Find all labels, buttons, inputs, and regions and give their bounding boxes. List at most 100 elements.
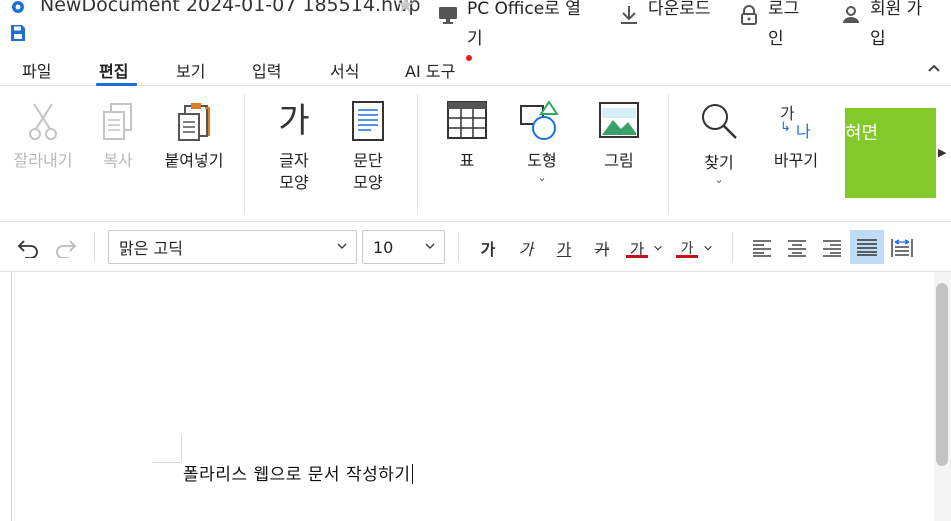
- menu-bar: 파일 편집 보기 입력 서식 AI 도구: [0, 52, 951, 86]
- align-justify-button[interactable]: [850, 230, 884, 264]
- font-family-select[interactable]: 맑은 고딕: [108, 230, 357, 264]
- char-shape-label-1: 글자: [279, 151, 309, 170]
- ribbon-separator: [668, 94, 669, 214]
- font-color-button[interactable]: 가: [626, 234, 668, 262]
- align-justify-icon: [857, 239, 877, 256]
- replace-button[interactable]: 가 ↳ 나 바꾸기: [766, 100, 826, 172]
- chevron-up-icon[interactable]: [924, 58, 944, 78]
- align-right-button[interactable]: [818, 234, 846, 262]
- app-logo-icon: [12, 1, 24, 13]
- document-text-content: 폴라리스 웹으로 문서 작성하기: [183, 465, 411, 485]
- table-label: 표: [459, 151, 475, 170]
- monitor-icon: [439, 7, 457, 24]
- signup-button[interactable]: 회원 가입: [840, 0, 936, 54]
- replace-icon: 가 ↳ 나: [772, 100, 820, 142]
- text-cursor: [411, 464, 414, 484]
- font-family-value: 맑은 고딕: [119, 239, 183, 258]
- align-distribute-button[interactable]: [888, 234, 916, 262]
- underline-button[interactable]: 가: [552, 234, 576, 262]
- copy-button[interactable]: 복사: [96, 102, 140, 172]
- tab-file[interactable]: 파일: [22, 58, 51, 82]
- tab-insert[interactable]: 입력: [252, 58, 281, 82]
- chevron-down-icon: [654, 245, 662, 251]
- para-shape-label-2: 모양: [353, 173, 383, 192]
- chevron-down-icon: [425, 243, 435, 250]
- shape-dropdown-icon: ⌄: [537, 171, 547, 184]
- find-dropdown-icon: ⌄: [714, 173, 724, 186]
- login-button[interactable]: 로그인: [738, 0, 808, 54]
- strikethrough-button[interactable]: 가: [590, 234, 614, 262]
- tab-format[interactable]: 서식: [330, 58, 359, 82]
- redo-button[interactable]: [52, 234, 80, 262]
- scrollbar-thumb[interactable]: [936, 283, 948, 466]
- copy-icon: [103, 103, 132, 140]
- page-edge: [11, 272, 12, 521]
- tab-view[interactable]: 보기: [176, 58, 205, 82]
- tab-edit[interactable]: 편집: [99, 58, 128, 82]
- picture-button[interactable]: 그림: [596, 100, 642, 172]
- open-in-pc-office-button[interactable]: PC Office로 열기: [437, 0, 589, 54]
- user-icon: [843, 6, 859, 23]
- document-canvas[interactable]: [0, 272, 951, 521]
- bold-button[interactable]: 가: [476, 234, 500, 262]
- align-center-icon: [788, 240, 806, 257]
- clipboard-icon: [178, 103, 210, 141]
- strikethrough-icon: 가: [594, 240, 610, 259]
- download-label: 다운로드: [648, 0, 711, 19]
- shapes-icon: [520, 100, 559, 140]
- align-left-icon: [753, 240, 771, 257]
- save-icon[interactable]: [10, 24, 26, 42]
- para-shape-button[interactable]: 문단 모양: [344, 100, 392, 194]
- para-shape-label-1: 문단: [353, 151, 383, 170]
- magnifier-icon: [702, 104, 737, 139]
- open-in-pc-office-label: PC Office로 열기: [467, 0, 581, 49]
- ribbon-separator: [244, 94, 245, 214]
- lock-icon: [741, 5, 757, 25]
- highlight-color-button[interactable]: 가: [676, 234, 718, 262]
- tab-ai-tools[interactable]: AI 도구: [405, 58, 455, 82]
- font-size-select[interactable]: 10: [362, 230, 445, 264]
- italic-button[interactable]: 가: [514, 234, 538, 262]
- star-icon[interactable]: ★: [396, 0, 415, 17]
- document-text[interactable]: 폴라리스 웹으로 문서 작성하기: [183, 460, 414, 485]
- toolbar-separator: [732, 232, 733, 262]
- underline-icon: 가: [556, 240, 572, 259]
- edit-ribbon: 잘라내기 복사 붙여넣기 가 글자 모양 문단 모양 표 도형 ⌄ 그림 찾기 …: [0, 86, 951, 222]
- download-button[interactable]: 다운로드: [618, 0, 714, 26]
- replace-glyph-target: 나: [796, 122, 811, 141]
- cut-label: 잘라내기: [13, 151, 73, 170]
- redo-icon: [56, 240, 77, 258]
- signup-label: 회원 가입: [870, 0, 923, 49]
- align-right-icon: [823, 240, 841, 257]
- char-shape-button[interactable]: 가 글자 모양: [270, 100, 318, 194]
- document-title: NewDocument 2024-01-07 185514.hwp: [40, 0, 421, 16]
- align-distribute-icon: [891, 239, 913, 257]
- shape-button[interactable]: 도형 ⌄: [518, 100, 566, 184]
- highlight-color-swatch: [676, 255, 698, 258]
- table-button[interactable]: 표: [444, 100, 490, 172]
- undo-icon: [17, 240, 38, 258]
- table-icon: [447, 101, 487, 139]
- align-left-button[interactable]: [748, 234, 776, 262]
- format-toolbar: 맑은 고딕 10 가 가 가 가 가 가: [0, 222, 951, 272]
- paste-label: 붙여넣기: [164, 151, 224, 170]
- find-button[interactable]: 찾기 ⌄: [696, 100, 742, 186]
- paste-button[interactable]: 붙여넣기: [156, 102, 232, 172]
- image-icon: [599, 102, 639, 138]
- shape-label: 도형: [527, 151, 557, 170]
- undo-button[interactable]: [14, 234, 42, 262]
- margin-marker: [181, 435, 182, 462]
- paragraph-icon: [352, 101, 384, 141]
- ribbon-scroll-right-icon[interactable]: ▶: [938, 146, 946, 159]
- char-shape-icon: 가: [278, 101, 310, 141]
- chevron-down-icon: [704, 245, 712, 251]
- align-center-button[interactable]: [783, 234, 811, 262]
- cut-button[interactable]: 잘라내기: [6, 102, 80, 172]
- replace-arrow-icon: ↳: [780, 120, 791, 135]
- promo-banner[interactable]: 혀면: [845, 108, 936, 198]
- scissors-icon: [29, 103, 57, 140]
- copy-label: 복사: [103, 151, 133, 170]
- find-label: 찾기: [704, 153, 734, 172]
- title-bar: NewDocument 2024-01-07 185514.hwp ★ PC O…: [0, 0, 951, 52]
- replace-label: 바꾸기: [773, 151, 819, 170]
